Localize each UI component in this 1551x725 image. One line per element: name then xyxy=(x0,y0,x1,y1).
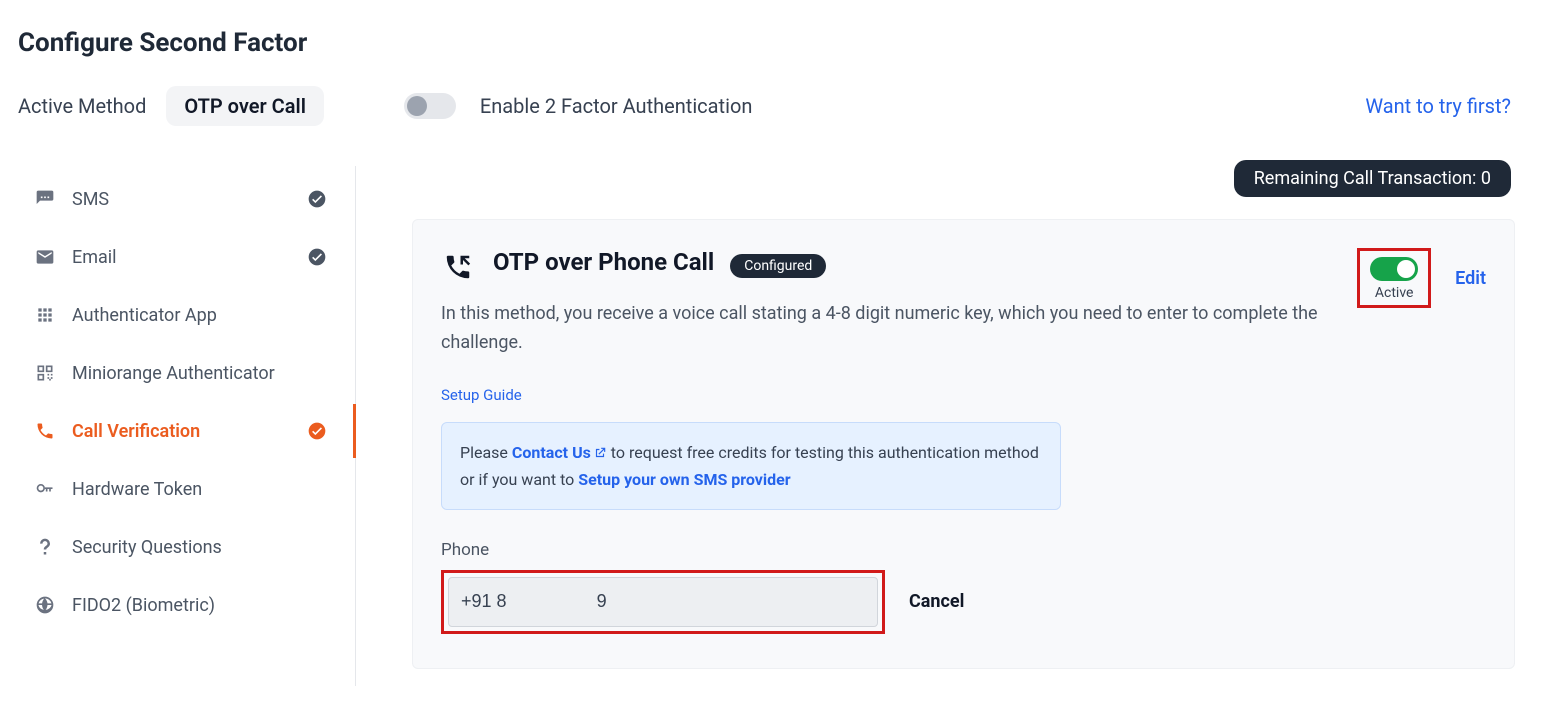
sidebar-item-label: Miniorange Authenticator xyxy=(72,363,275,384)
sms-icon xyxy=(34,188,56,210)
page-title: Configure Second Factor xyxy=(18,28,1535,58)
globe-lock-icon xyxy=(34,594,56,616)
qr-icon xyxy=(34,362,56,384)
method-description: In this method, you receive a voice call… xyxy=(441,300,1321,358)
phone-input[interactable] xyxy=(448,577,878,627)
method-card: Active Edit OTP over Phone Call Configur… xyxy=(412,219,1515,669)
external-link-icon xyxy=(593,446,607,460)
sidebar-item-fido2[interactable]: FIDO2 (Biometric) xyxy=(24,576,355,634)
setup-sms-provider-link[interactable]: Setup your own SMS provider xyxy=(578,470,790,489)
grid-icon xyxy=(34,304,56,326)
check-icon xyxy=(307,247,327,267)
main-panel: Remaining Call Transaction: 0 Active Edi… xyxy=(356,166,1535,669)
sidebar-item-label: Call Verification xyxy=(72,421,200,442)
sidebar-item-sms[interactable]: SMS xyxy=(24,170,355,228)
active-toggle[interactable] xyxy=(1370,257,1418,281)
remaining-transactions-badge: Remaining Call Transaction: 0 xyxy=(1234,160,1511,197)
info-box: Please Contact Us to request free credit… xyxy=(441,422,1061,510)
contact-us-link[interactable]: Contact Us xyxy=(512,443,591,462)
check-icon xyxy=(307,421,327,441)
setup-guide-link[interactable]: Setup Guide xyxy=(441,386,522,404)
sidebar-item-email[interactable]: Email xyxy=(24,228,355,286)
active-method-value: OTP over Call xyxy=(166,86,324,126)
phone-field-highlight xyxy=(441,570,885,634)
sidebar-item-label: Security Questions xyxy=(72,537,222,558)
hardware-token-icon xyxy=(34,478,56,500)
question-icon xyxy=(34,536,56,558)
sidebar-item-label: Hardware Token xyxy=(72,479,202,500)
check-icon xyxy=(307,189,327,209)
enable-2fa-toggle[interactable] xyxy=(404,93,456,119)
info-text-prefix: Please xyxy=(460,443,512,462)
configured-badge: Configured xyxy=(730,254,826,278)
edit-button[interactable]: Edit xyxy=(1455,268,1486,289)
sidebar-item-miniorange-authenticator[interactable]: Miniorange Authenticator xyxy=(24,344,355,402)
sidebar-item-label: SMS xyxy=(72,189,109,210)
sidebar-item-security-questions[interactable]: Security Questions xyxy=(24,518,355,576)
sidebar-item-label: FIDO2 (Biometric) xyxy=(72,595,215,616)
phone-label: Phone xyxy=(441,540,1486,560)
sidebar-item-authenticator-app[interactable]: Authenticator App xyxy=(24,286,355,344)
method-title: OTP over Phone Call xyxy=(493,248,714,276)
active-toggle-highlight: Active xyxy=(1357,248,1431,308)
want-to-try-link[interactable]: Want to try first? xyxy=(1365,94,1511,118)
sidebar: SMS Email Authenticator App xyxy=(16,166,356,686)
sidebar-item-label: Email xyxy=(72,247,117,268)
sidebar-item-call-verification[interactable]: Call Verification xyxy=(24,402,355,460)
enable-2fa-label: Enable 2 Factor Authentication xyxy=(480,94,753,118)
top-bar: Active Method OTP over Call Enable 2 Fac… xyxy=(16,86,1535,126)
sidebar-item-label: Authenticator App xyxy=(72,305,217,326)
email-icon xyxy=(34,246,56,268)
sidebar-item-hardware-token[interactable]: Hardware Token xyxy=(24,460,355,518)
cancel-button[interactable]: Cancel xyxy=(909,591,964,612)
active-method-label: Active Method xyxy=(18,94,146,118)
phone-icon xyxy=(34,420,56,442)
active-toggle-label: Active xyxy=(1375,285,1414,301)
phone-callback-icon xyxy=(441,250,475,284)
